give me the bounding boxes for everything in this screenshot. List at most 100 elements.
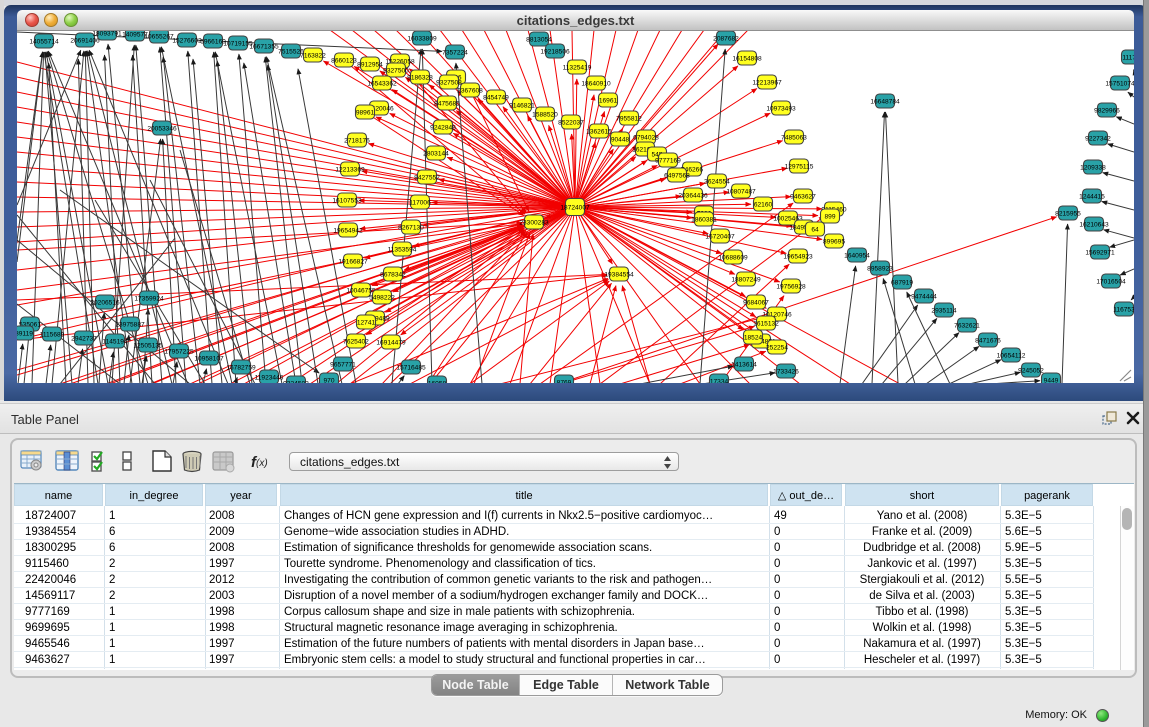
svg-text:8958923: 8958923	[867, 266, 893, 273]
svg-text:10973493: 10973493	[766, 106, 796, 113]
svg-text:16033809: 16033809	[407, 36, 437, 43]
svg-text:2367608: 2367608	[457, 88, 483, 95]
svg-text:10655267: 10655267	[144, 34, 174, 41]
svg-text:64: 64	[811, 227, 819, 234]
svg-text:7163822: 7163822	[300, 53, 326, 60]
svg-text:19218506: 19218506	[540, 49, 570, 56]
svg-text:2087682: 2087682	[713, 36, 739, 43]
svg-text:15716485: 15716485	[396, 365, 426, 372]
svg-text:23300283: 23300283	[519, 220, 549, 227]
svg-text:18093791: 18093791	[92, 31, 122, 38]
svg-text:1733426: 1733426	[773, 369, 799, 376]
svg-text:98961: 98961	[356, 110, 375, 117]
svg-text:19654942: 19654942	[333, 228, 363, 235]
svg-text:16210643: 16210643	[1079, 222, 1109, 229]
svg-text:17957225: 17957225	[164, 349, 194, 356]
svg-text:7357224: 7357224	[442, 50, 468, 57]
svg-text:16107553: 16107553	[332, 198, 362, 205]
svg-text:1860381: 1860381	[691, 217, 717, 224]
svg-text:8427552: 8427552	[414, 175, 440, 182]
svg-text:1615132: 1615132	[753, 321, 779, 328]
svg-text:252254: 252254	[766, 345, 788, 352]
svg-text:14055714: 14055714	[29, 39, 59, 46]
svg-text:7632621: 7632621	[954, 323, 980, 330]
svg-text:16961: 16961	[599, 98, 618, 105]
svg-text:10654112: 10654112	[997, 353, 1026, 360]
svg-text:687919: 687919	[891, 280, 913, 287]
svg-text:19384554: 19384554	[604, 272, 634, 279]
svg-text:17334: 17334	[710, 379, 729, 383]
svg-text:19166827: 19166827	[338, 259, 368, 266]
svg-text:20691406: 20691406	[70, 38, 100, 45]
svg-text:7485063: 7485063	[781, 135, 807, 142]
svg-text:1244415: 1244415	[1079, 194, 1105, 201]
svg-text:117006: 117006	[409, 200, 431, 207]
svg-text:9829966: 9829966	[1094, 108, 1120, 115]
svg-text:2803144: 2803144	[423, 151, 449, 158]
svg-text:39119: 39119	[17, 331, 33, 338]
svg-text:1588520: 1588520	[532, 112, 558, 119]
svg-text:2718176: 2718176	[344, 138, 370, 145]
svg-text:9146821: 9146821	[509, 103, 535, 110]
svg-text:6966160: 6966160	[200, 39, 226, 46]
svg-text:9463627: 9463627	[790, 194, 816, 201]
svg-text:12213967: 12213967	[752, 80, 782, 87]
svg-text:11353594: 11353594	[388, 247, 417, 254]
svg-text:8454749: 8454749	[483, 95, 509, 102]
svg-text:970: 970	[323, 378, 334, 383]
svg-text:17359924: 17359924	[134, 296, 164, 303]
svg-text:8471676: 8471676	[975, 338, 1001, 345]
svg-text:18640910: 18640910	[581, 81, 611, 88]
svg-text:16154808: 16154808	[732, 56, 762, 63]
svg-text:10958107: 10958107	[194, 356, 224, 363]
svg-text:10807487: 10807487	[726, 189, 756, 196]
svg-text:5498222: 5498222	[369, 295, 395, 302]
svg-text:20206516: 20206516	[90, 300, 120, 307]
svg-text:8267130: 8267130	[398, 225, 424, 232]
svg-text:2942737: 2942737	[71, 336, 97, 343]
svg-text:(x): (x)	[256, 458, 268, 469]
svg-text:8660123: 8660123	[331, 58, 357, 65]
svg-text:1413614: 1413614	[731, 362, 757, 369]
svg-text:8912954: 8912954	[357, 62, 383, 69]
svg-text:8522037: 8522037	[558, 120, 584, 127]
svg-text:116753: 116753	[1113, 307, 1134, 314]
svg-text:15692971: 15692971	[1085, 250, 1115, 257]
svg-text:12741: 12741	[357, 320, 376, 327]
svg-text:9449: 9449	[1044, 378, 1059, 383]
svg-text:16648784: 16648784	[870, 99, 900, 106]
svg-text:18724007: 18724007	[560, 205, 590, 212]
svg-text:16671355: 16671355	[249, 44, 279, 51]
svg-text:18524: 18524	[744, 335, 763, 342]
svg-text:90448: 90448	[611, 137, 630, 144]
svg-text:15720407: 15720407	[705, 234, 735, 241]
svg-text:11923446: 11923446	[255, 375, 284, 382]
svg-text:12505135: 12505135	[133, 343, 163, 350]
svg-text:1209338: 1209338	[1080, 165, 1106, 172]
svg-text:16058: 16058	[428, 381, 447, 383]
svg-text:11172: 11172	[1122, 55, 1134, 62]
svg-text:18807249: 18807249	[731, 277, 761, 284]
svg-text:12213369: 12213369	[335, 167, 365, 174]
svg-text:62160: 62160	[754, 202, 773, 209]
svg-text:9327508: 9327508	[436, 80, 462, 87]
svg-text:19756928: 19756928	[776, 284, 806, 291]
svg-text:9245052: 9245052	[1018, 368, 1044, 375]
svg-text:1362615: 1362615	[586, 129, 612, 136]
svg-text:1640954: 1640954	[844, 253, 870, 260]
svg-text:8813054: 8813054	[526, 37, 552, 44]
svg-text:9657771: 9657771	[330, 362, 356, 369]
svg-text:7625402: 7625402	[343, 339, 369, 346]
svg-text:899: 899	[824, 214, 835, 221]
svg-text:6497568: 6497568	[664, 173, 690, 180]
svg-text:1145194: 1145194	[102, 339, 128, 346]
svg-text:8215955: 8215955	[1055, 211, 1081, 218]
svg-text:20364436: 20364436	[678, 193, 708, 200]
svg-text:2935114: 2935114	[931, 308, 957, 315]
svg-text:3624554: 3624554	[704, 179, 730, 186]
svg-text:15276602: 15276602	[172, 38, 202, 45]
svg-text:6794028: 6794028	[633, 135, 659, 142]
svg-text:12975115: 12975115	[785, 164, 814, 171]
svg-text:8186328: 8186328	[407, 75, 433, 82]
svg-text:8475685: 8475685	[434, 101, 460, 108]
